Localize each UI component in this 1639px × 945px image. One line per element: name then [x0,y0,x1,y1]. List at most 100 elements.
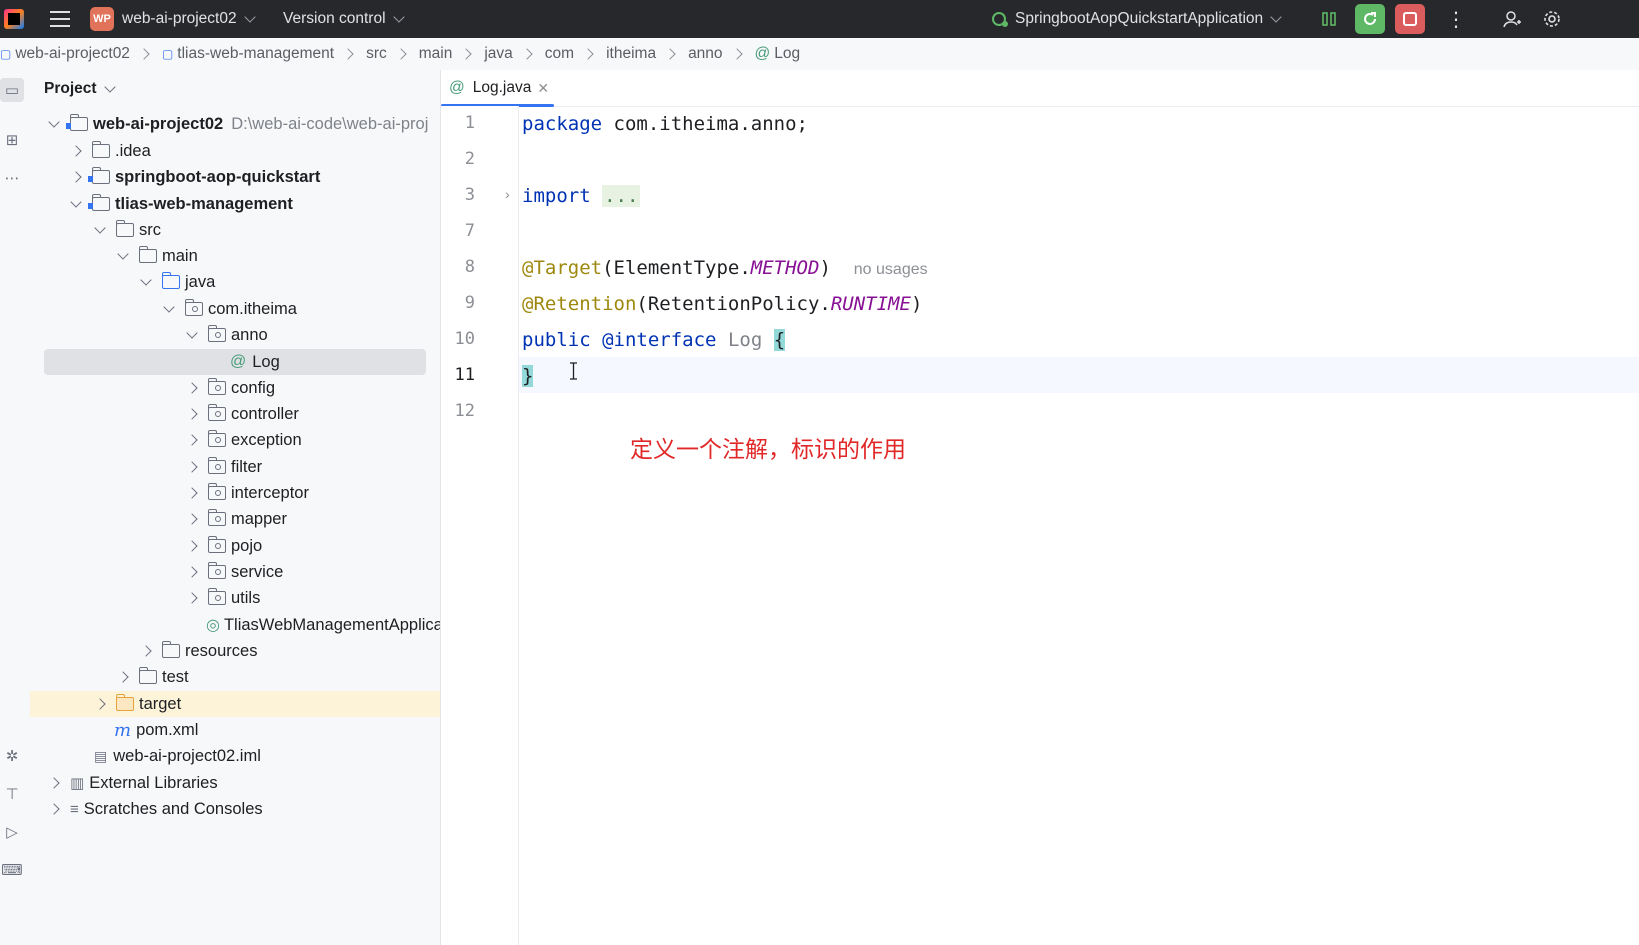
tree-item-idea[interactable]: .idea [30,138,440,164]
line-number: 8 [464,257,475,277]
code-editor[interactable]: package com.itheima.anno; import ... @Ta… [519,106,1639,945]
tree-item-path: D:\web-ai-code\web-ai-proj [231,114,429,133]
vcs-menu[interactable]: Version control [283,0,405,38]
scratches-icon: ≡ [70,800,79,818]
tree-item-pojo[interactable]: pojo [30,533,440,559]
tree-item-anno[interactable]: anno [30,322,440,348]
tree-item-test[interactable]: test [30,664,440,690]
usages-hint[interactable]: no usages [854,261,928,278]
build-tool-icon[interactable]: ⊤ [2,784,22,804]
breadcrumb-item[interactable]: main [419,45,453,63]
breadcrumb-item[interactable]: @ Log [755,45,801,63]
run-config-selector[interactable]: SpringbootAopQuickstartApplication [988,0,1282,38]
structure-tool-icon[interactable]: ⊞ [2,130,22,150]
tree-item-springboot-aop-quickstart[interactable]: springboot-aop-quickstart [30,164,440,190]
code-token: RUNTIME [830,293,911,315]
project-panel-header[interactable]: Project [44,80,116,98]
tree-item-pom[interactable]: m pom.xml [30,717,440,743]
breadcrumb-item[interactable]: anno [688,45,722,63]
rerun-button[interactable] [1355,0,1385,38]
tree-item-service[interactable]: service [30,559,440,585]
tree-item-resources[interactable]: resources [30,638,440,664]
breadcrumb-label: tlias-web-management [177,45,335,62]
breadcrumb-item[interactable]: ▢ tlias-web-management [162,45,334,63]
main-menu-icon[interactable] [50,11,70,27]
panel-title: Project [44,80,97,97]
breadcrumb-item[interactable]: java [484,45,512,63]
module-icon: ▢ [161,47,174,61]
tree-item-exception[interactable]: exception [30,427,440,453]
package-icon [207,588,226,605]
code-token: import [522,185,591,207]
tree-item-label: web-ai-project02 [93,114,224,133]
tree-item-label: interceptor [231,483,309,502]
more-tools-icon[interactable]: ⋯ [2,168,22,188]
tree-item-scratches[interactable]: ≡ Scratches and Consoles [30,796,440,822]
stop-button[interactable] [1395,0,1425,38]
tree-item-log[interactable]: @ Log [44,349,426,375]
source-folder-icon [161,272,180,289]
chevron-down-icon [1270,10,1282,23]
tree-item-utils[interactable]: utils [30,585,440,611]
project-tool-icon[interactable]: ▭ [0,78,24,102]
account-button[interactable] [1502,0,1522,38]
tab-log-java[interactable]: @ Log.java ✕ [441,70,554,107]
breadcrumb-item[interactable]: itheima [606,45,656,63]
tree-item-target[interactable]: target [30,691,440,717]
text-cursor-icon [570,362,577,380]
code-token: Log [727,329,763,351]
fold-toggle-icon[interactable]: › [505,186,510,202]
package-icon [207,562,226,579]
collapse-arrow-icon [48,777,60,789]
tree-item-com-itheima[interactable]: com.itheima [30,296,440,322]
tab-label: Log.java [472,79,532,96]
package-icon [207,483,226,500]
project-badge: WP [90,7,114,31]
tree-item-mapper[interactable]: mapper [30,506,440,532]
library-icon: ▥ [70,775,85,792]
debug-tool-icon[interactable]: ✲ [2,746,22,766]
breadcrumb-item[interactable]: com [545,45,574,63]
line-number: 11 [454,365,475,385]
breadcrumb-item[interactable]: src [366,45,387,63]
code-token: package [522,113,603,135]
package-icon [207,457,226,474]
collapse-arrow-icon [70,145,82,157]
tree-item-java[interactable]: java [30,269,440,295]
project-switcher[interactable]: WP web-ai-project02 [90,0,256,38]
more-actions-icon[interactable]: ⋮ [1446,0,1466,38]
tree-item-application-class[interactable]: ◎ TliasWebManagementApplica [30,612,440,638]
module-icon: ▢ [0,47,12,61]
breadcrumb-label: itheima [606,45,657,62]
tree-item-external-libraries[interactable]: ▥ External Libraries [30,770,440,796]
tree-item-filter[interactable]: filter [30,454,440,480]
tree-item-label: config [231,378,276,397]
breadcrumb-item[interactable]: ▢ web-ai-project02 [0,45,130,63]
collapse-arrow-icon [186,540,198,552]
tree-item-interceptor[interactable]: interceptor [30,480,440,506]
chevron-right-icon [664,48,676,60]
tree-item-root[interactable]: web-ai-project02 D:\web-ai-code\web-ai-p… [30,111,440,137]
folder-icon [138,246,157,263]
tree-item-controller[interactable]: controller [30,401,440,427]
tree-item-label: exception [231,430,302,449]
close-icon[interactable]: ✕ [537,80,549,97]
module-folder-icon [88,167,110,184]
debug-button[interactable] [1320,0,1338,38]
intellij-logo-icon [4,9,24,29]
line-number-gutter: 1 2 3 › 7 8 9 10 11 12 [441,106,519,945]
tree-item-config[interactable]: config [30,375,440,401]
chevron-right-icon [582,48,594,60]
terminal-tool-icon[interactable]: ⌨ [1,860,23,880]
folded-imports[interactable]: ... [602,185,641,207]
package-icon [207,378,226,395]
services-tool-icon[interactable]: ▷ [2,822,22,842]
line-number: 1 [464,113,475,133]
tree-item-label: web-ai-project02.iml [113,746,261,765]
settings-button[interactable] [1542,0,1562,38]
collapse-arrow-icon [186,408,198,420]
tree-item-main[interactable]: main [30,243,440,269]
tree-item-src[interactable]: src [30,217,440,243]
tree-item-iml[interactable]: ▤ web-ai-project02.iml [30,743,440,769]
tree-item-tlias-web-management[interactable]: tlias-web-management [30,191,440,217]
